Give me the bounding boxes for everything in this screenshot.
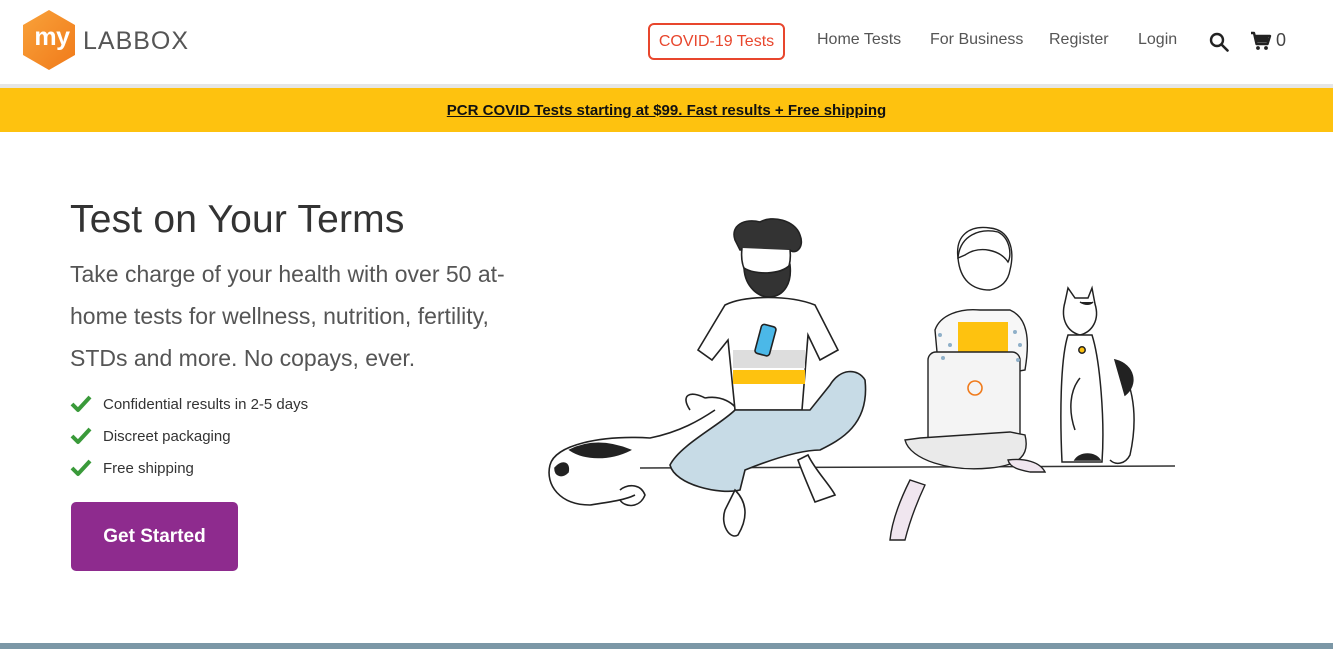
feature-label: Free shipping <box>103 459 194 477</box>
hero-illustration <box>548 218 1176 541</box>
logo[interactable]: my LABBOX <box>22 10 202 72</box>
check-icon <box>70 427 92 444</box>
nav-link-for-business[interactable]: For Business <box>930 31 1023 49</box>
covid-tests-button[interactable]: COVID-19 Tests <box>648 23 785 60</box>
promo-banner: PCR COVID Tests starting at $99. Fast re… <box>0 88 1333 132</box>
woman-illustration <box>889 226 1047 541</box>
nav-link-login[interactable]: Login <box>1138 31 1177 49</box>
logo-wordmark: LABBOX <box>83 27 190 55</box>
feature-item: Discreet packaging <box>70 420 308 452</box>
check-icon <box>70 459 92 476</box>
feature-list: Confidential results in 2-5 days Discree… <box>70 388 308 484</box>
hero-subtitle: Take charge of your health with over 50 … <box>70 261 505 371</box>
check-icon <box>70 395 92 412</box>
nav-link-register[interactable]: Register <box>1049 31 1109 49</box>
site-header: my LABBOX COVID-19 Tests Home Tests For … <box>0 0 1333 84</box>
cat-illustration <box>1060 285 1135 465</box>
hero-title: Test on Your Terms <box>70 198 405 241</box>
feature-item: Free shipping <box>70 452 308 484</box>
logo-prefix: my <box>34 23 70 51</box>
feature-label: Discreet packaging <box>103 427 231 445</box>
nav-link-home-tests[interactable]: Home Tests <box>817 31 901 49</box>
footer-edge <box>0 643 1333 649</box>
get-started-button[interactable]: Get Started <box>71 502 238 571</box>
search-icon[interactable] <box>1209 32 1229 52</box>
feature-item: Confidential results in 2-5 days <box>70 388 308 420</box>
feature-label: Confidential results in 2-5 days <box>103 395 309 413</box>
promo-link[interactable]: PCR COVID Tests starting at $99. Fast re… <box>447 102 886 119</box>
cart-icon[interactable] <box>1250 31 1272 51</box>
cart-count[interactable]: 0 <box>1276 30 1286 51</box>
man-illustration <box>669 218 867 537</box>
